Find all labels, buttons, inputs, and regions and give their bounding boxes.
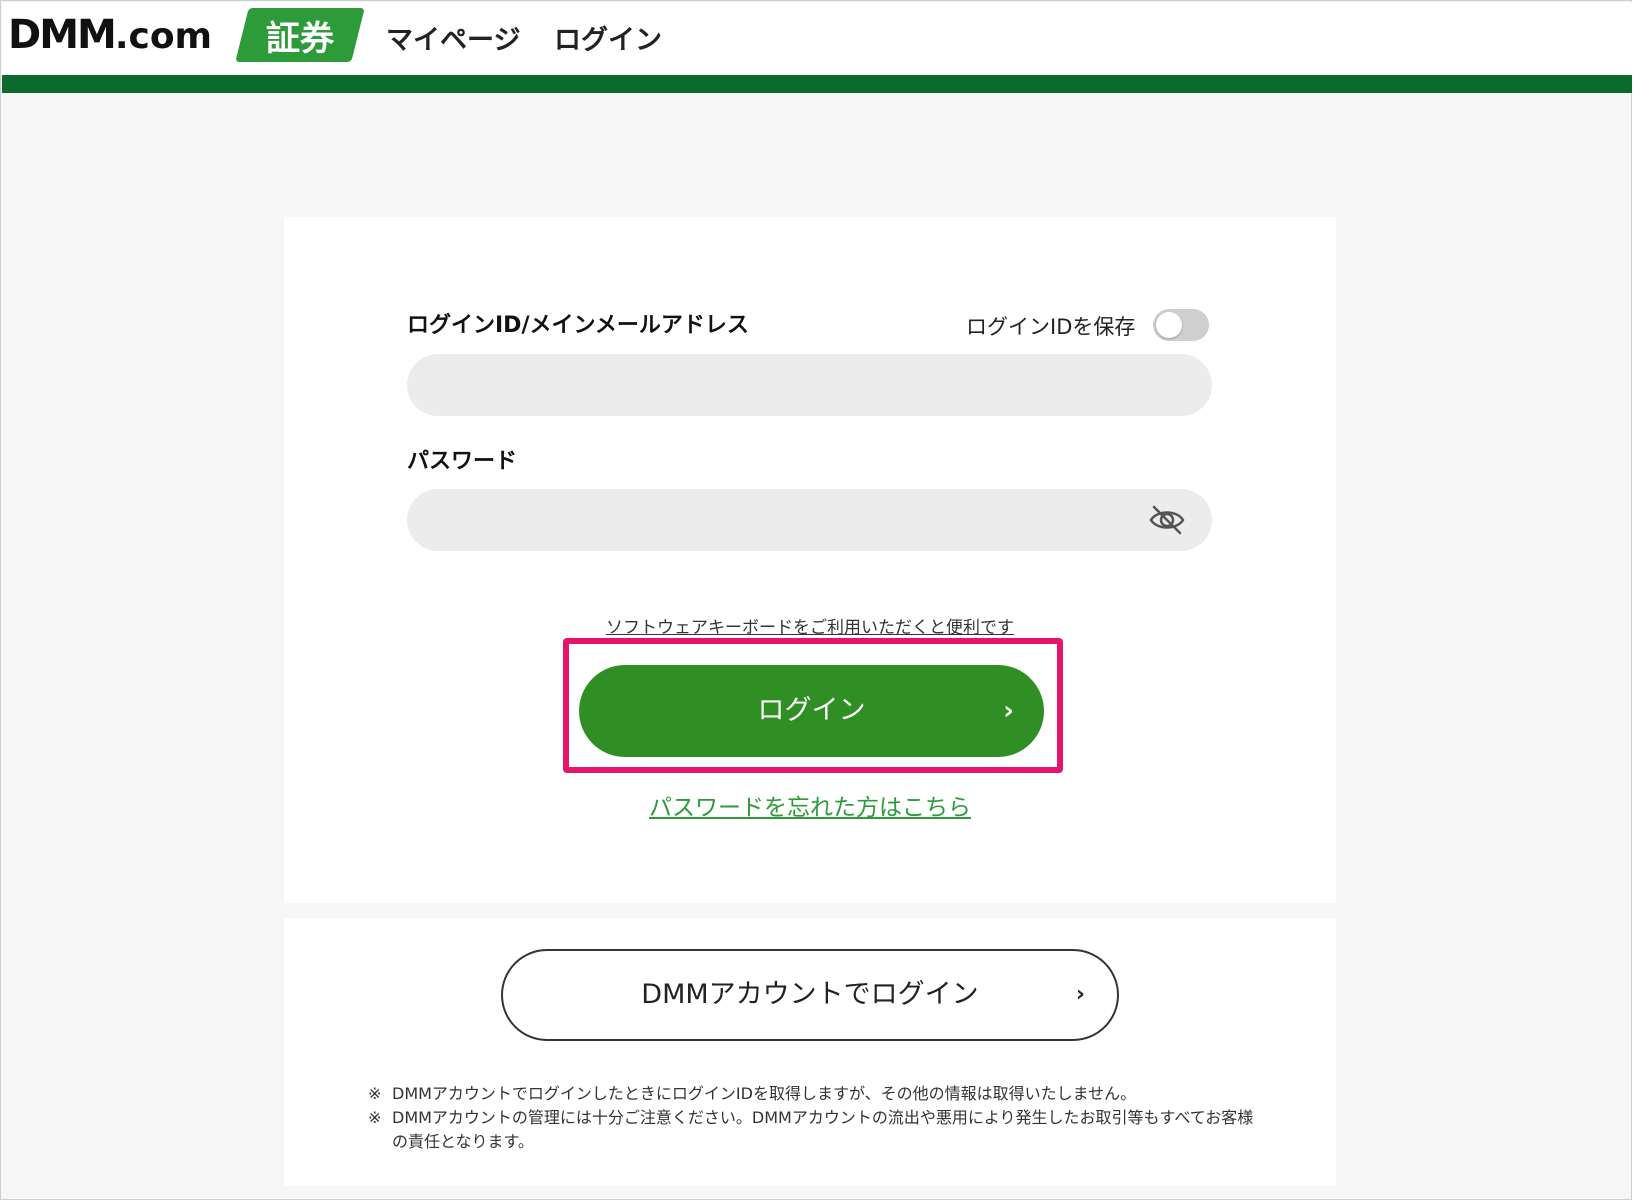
- logo-badge: 証券: [235, 8, 365, 62]
- chevron-right-icon: ›: [1075, 982, 1085, 1007]
- logo-dmm: DMM: [8, 12, 117, 58]
- software-keyboard-container: ソフトウェアキーボードをご利用いただくと便利です: [284, 613, 1336, 638]
- save-login-id-toggle[interactable]: [1153, 309, 1209, 341]
- dmm-account-login-button[interactable]: DMMアカウントでログイン ›: [501, 949, 1119, 1041]
- dmm-account-login-label: DMMアカウントでログイン: [641, 979, 979, 1010]
- dmm-account-card: DMMアカウントでログイン › ※ DMMアカウントでログインしたときにログイン…: [284, 918, 1336, 1186]
- note-mark: ※: [368, 1108, 382, 1127]
- dmm-account-notes: ※ DMMアカウントでログインしたときにログインIDを取得しますが、その他の情報…: [368, 1082, 1268, 1154]
- site-header: DMM.com 証券 マイページ ログイン: [2, 2, 1632, 75]
- save-login-id-label: ログインIDを保存: [966, 315, 1136, 339]
- software-keyboard-link[interactable]: ソフトウェアキーボードをご利用いただくと便利です: [606, 618, 1014, 638]
- dmm-securities-logo[interactable]: DMM.com 証券: [8, 6, 365, 62]
- logo-badge-text: 証券: [266, 18, 334, 59]
- note-text: DMMアカウントでログインしたときにログインIDを取得しますが、その他の情報は取…: [392, 1084, 1137, 1103]
- eye-slash-icon[interactable]: [1149, 504, 1185, 536]
- page-frame: DMM.com 証券 マイページ ログイン ログインID/メインメールアドレス …: [0, 0, 1632, 1200]
- note-item: ※ DMMアカウントの管理には十分ご注意ください。DMMアカウントの流出や悪用に…: [368, 1106, 1268, 1154]
- login-button[interactable]: ログイン ›: [579, 665, 1044, 757]
- note-item: ※ DMMアカウントでログインしたときにログインIDを取得しますが、その他の情報…: [368, 1082, 1268, 1106]
- login-form-card: ログインID/メインメールアドレス ログインIDを保存 パスワード ソフトウェア…: [284, 217, 1336, 903]
- password-input[interactable]: [407, 489, 1212, 551]
- login-id-label: ログインID/メインメールアドレス: [407, 313, 749, 338]
- chevron-right-icon: ›: [1003, 696, 1014, 726]
- login-id-input[interactable]: [407, 354, 1212, 416]
- logo-wordmark: DMM.com: [8, 12, 212, 58]
- nav-login[interactable]: ログイン: [554, 18, 662, 57]
- note-mark: ※: [368, 1084, 382, 1103]
- logo-com: .com: [114, 16, 213, 57]
- toggle-knob: [1156, 312, 1182, 338]
- nav-mypage[interactable]: マイページ: [386, 18, 520, 57]
- header-green-bar: [2, 75, 1632, 93]
- note-text: DMMアカウントの管理には十分ご注意ください。DMMアカウントの流出や悪用により…: [392, 1108, 1254, 1151]
- forgot-password-link[interactable]: パスワードを忘れた方はこちら: [649, 795, 971, 821]
- login-button-label: ログイン: [757, 695, 866, 726]
- password-label: パスワード: [407, 449, 518, 474]
- forgot-password-container: パスワードを忘れた方はこちら: [284, 788, 1336, 822]
